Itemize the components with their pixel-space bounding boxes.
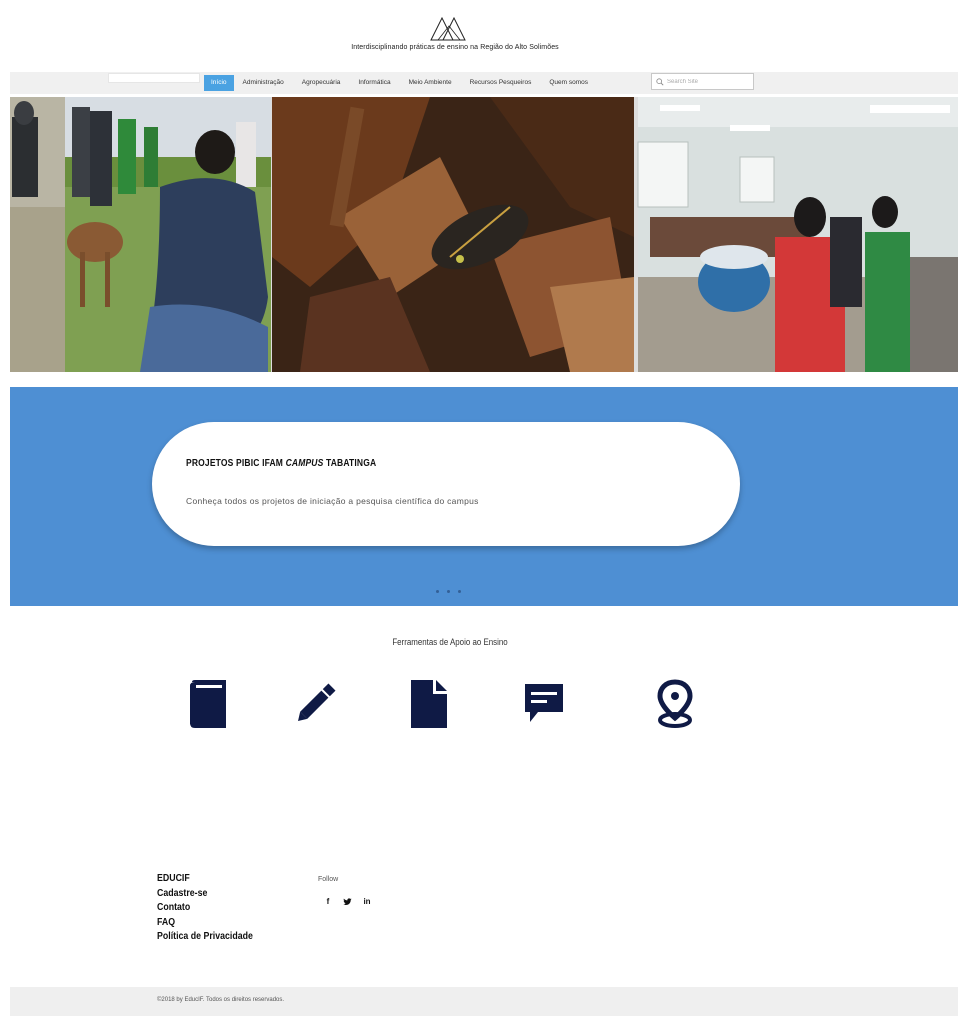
projects-banner: PROJETOS PIBIC IFAM CAMPUS TABATINGA Con… xyxy=(10,387,958,606)
nav-item-agropecuaria[interactable]: Agropecuária xyxy=(293,75,350,91)
search-input[interactable] xyxy=(667,78,747,85)
copyright-bar: ©2018 by EducIF. Todos os direitos reser… xyxy=(10,987,958,1016)
search-icon xyxy=(656,77,664,86)
twitter-icon[interactable] xyxy=(343,897,352,906)
nav-item-meio-ambiente[interactable]: Meio Ambiente xyxy=(400,75,461,91)
slider-dot-3[interactable] xyxy=(458,590,461,593)
footer-link-privacy[interactable]: Política de Privacidade xyxy=(157,930,253,945)
pencil-icon[interactable] xyxy=(293,678,337,730)
slider-dot-1[interactable] xyxy=(436,590,439,593)
projects-card-description: Conheça todos os projetos de iniciação a… xyxy=(186,496,479,506)
footer-link-educif[interactable]: EDUCIF xyxy=(157,872,253,887)
slider-dots xyxy=(436,590,461,593)
linkedin-icon[interactable]: in xyxy=(362,897,372,906)
footer-link-cadastre-se[interactable]: Cadastre-se xyxy=(157,887,253,902)
chat-icon[interactable] xyxy=(522,678,566,730)
photo-field-students xyxy=(65,97,271,372)
site-tagline: Interdisciplinando práticas de ensino na… xyxy=(351,44,559,51)
site-logo[interactable] xyxy=(429,14,469,42)
main-menu: Início Administração Agropecuária Inform… xyxy=(204,75,597,91)
tools-section-title: Ferramentas de Apoio ao Ensino xyxy=(392,637,508,647)
nav-item-administracao[interactable]: Administração xyxy=(234,75,293,91)
photo-frog-leaves xyxy=(272,97,634,372)
facebook-icon[interactable]: f xyxy=(323,897,333,906)
nav-item-informatica[interactable]: Informática xyxy=(349,75,399,91)
nav-item-inicio[interactable]: Início xyxy=(204,75,234,91)
follow-label: Follow xyxy=(318,876,339,883)
footer-link-faq[interactable]: FAQ xyxy=(157,916,253,931)
projects-card[interactable]: PROJETOS PIBIC IFAM CAMPUS TABATINGA Con… xyxy=(152,422,740,546)
slider-dot-2[interactable] xyxy=(447,590,450,593)
nav-item-quem-somos[interactable]: Quem somos xyxy=(540,75,597,91)
book-icon[interactable] xyxy=(186,678,230,730)
footer-link-contato[interactable]: Contato xyxy=(157,901,253,916)
projects-card-title: PROJETOS PIBIC IFAM CAMPUS TABATINGA xyxy=(186,458,377,469)
photo-river xyxy=(10,97,65,372)
footer-links: EDUCIF Cadastre-se Contato FAQ Política … xyxy=(157,872,266,945)
site-search-box[interactable] xyxy=(651,73,754,90)
nav-item-recursos-pesqueiros[interactable]: Recursos Pesqueiros xyxy=(461,75,541,91)
nav-blank-field xyxy=(108,73,200,83)
map-pin-icon[interactable] xyxy=(653,678,697,730)
document-icon[interactable] xyxy=(407,678,451,730)
hero-photo-strip xyxy=(10,97,958,372)
copyright-text: ©2018 by EducIF. Todos os direitos reser… xyxy=(157,997,285,1003)
social-links: f in xyxy=(323,897,372,906)
photo-classroom xyxy=(637,97,958,372)
